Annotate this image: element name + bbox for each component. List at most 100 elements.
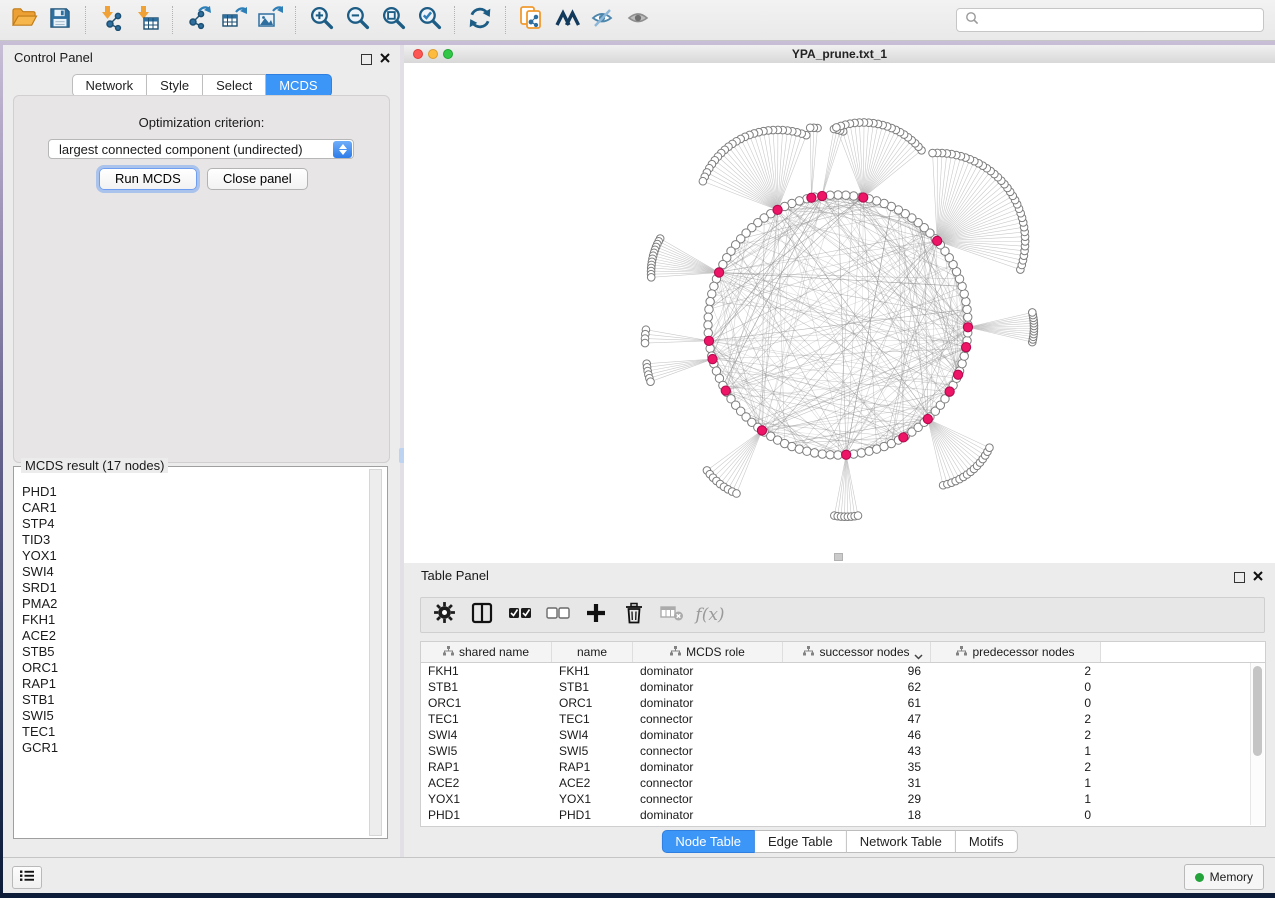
tab-network[interactable]: Network <box>71 74 147 97</box>
mcds-result-item[interactable]: SWI4 <box>15 564 369 580</box>
save-session-button[interactable] <box>42 4 78 36</box>
network-node[interactable] <box>964 313 972 321</box>
mcds-result-scrollbar[interactable] <box>369 469 382 836</box>
network-node[interactable] <box>854 512 862 520</box>
mcds-result-item[interactable]: ACE2 <box>15 628 369 644</box>
table-row[interactable]: RAP1RAP1dominator352 <box>421 759 1265 775</box>
network-node[interactable] <box>733 490 741 498</box>
clone-network-button[interactable] <box>513 4 549 36</box>
tab-select[interactable]: Select <box>203 74 266 97</box>
table-scrollbar[interactable] <box>1250 663 1264 825</box>
delete-columns-button[interactable] <box>615 600 653 630</box>
mcds-hub-node[interactable] <box>899 433 908 442</box>
export-table-button[interactable] <box>216 4 252 36</box>
mcds-hub-node[interactable] <box>933 236 942 245</box>
table-row[interactable]: STB1STB1dominator620 <box>421 679 1265 695</box>
float-panel-icon[interactable] <box>1234 572 1245 583</box>
column-header-mcds-role[interactable]: MCDS role <box>633 642 783 662</box>
table-row[interactable]: ACE2ACE2connector311 <box>421 775 1265 791</box>
network-node[interactable] <box>834 191 842 199</box>
mcds-result-item[interactable]: FKH1 <box>15 612 369 628</box>
network-node[interactable] <box>842 191 850 199</box>
table-row[interactable]: ORC1ORC1dominator610 <box>421 695 1265 711</box>
zoom-in-button[interactable] <box>303 4 339 36</box>
network-node[interactable] <box>699 177 707 185</box>
tab-edge-table[interactable]: Edge Table <box>755 830 847 853</box>
tab-node-table[interactable]: Node Table <box>661 830 755 853</box>
network-node[interactable] <box>641 339 649 347</box>
network-node[interactable] <box>826 451 834 459</box>
run-mcds-button[interactable]: Run MCDS <box>99 168 197 190</box>
mcds-result-item[interactable]: SRD1 <box>15 580 369 596</box>
deselect-all-rows-button[interactable] <box>539 600 577 630</box>
mcds-result-list[interactable]: PHD1CAR1STP4TID3YOX1SWI4SRD1PMA2FKH1ACE2… <box>15 468 369 837</box>
mcds-result-item[interactable]: STP4 <box>15 516 369 532</box>
mcds-hub-node[interactable] <box>962 343 971 352</box>
import-network-button[interactable] <box>93 4 129 36</box>
network-node[interactable] <box>834 451 842 459</box>
mcds-hub-node[interactable] <box>963 323 972 332</box>
network-node[interactable] <box>806 124 814 132</box>
export-image-button[interactable] <box>252 4 288 36</box>
mcds-hub-node[interactable] <box>773 205 782 214</box>
mcds-result-item[interactable]: ORC1 <box>15 660 369 676</box>
mcds-result-item[interactable]: STB1 <box>15 692 369 708</box>
network-graph[interactable] <box>404 63 1275 563</box>
network-node[interactable] <box>647 378 655 386</box>
minimize-window-icon[interactable] <box>428 49 438 59</box>
mcds-hub-node[interactable] <box>704 336 713 345</box>
network-node[interactable] <box>647 273 655 281</box>
network-node[interactable] <box>849 192 857 200</box>
mcds-result-item[interactable]: PMA2 <box>15 596 369 612</box>
hide-selected-button[interactable] <box>585 4 621 36</box>
column-header-predecessor-nodes[interactable]: predecessor nodes <box>931 642 1101 662</box>
mcds-hub-node[interactable] <box>818 191 827 200</box>
mcds-hub-node[interactable] <box>842 450 851 459</box>
refresh-view-button[interactable] <box>462 4 498 36</box>
first-neighbors-button[interactable] <box>549 4 585 36</box>
search-field[interactable] <box>956 8 1264 32</box>
mcds-hub-node[interactable] <box>757 426 766 435</box>
zoom-selected-button[interactable] <box>411 4 447 36</box>
function-builder-button[interactable]: f(x) <box>691 600 729 630</box>
tab-network-table[interactable]: Network Table <box>847 830 956 853</box>
mcds-result-item[interactable]: CAR1 <box>15 500 369 516</box>
network-node[interactable] <box>962 297 970 305</box>
mcds-hub-node[interactable] <box>859 193 868 202</box>
add-column-button[interactable] <box>577 600 615 630</box>
network-graph-nodes[interactable] <box>641 119 1038 521</box>
close-panel-button[interactable]: Close panel <box>207 168 308 190</box>
network-node[interactable] <box>704 313 712 321</box>
table-row[interactable]: PHD1PHD1dominator180 <box>421 807 1265 823</box>
maximize-window-icon[interactable] <box>443 49 453 59</box>
network-node[interactable] <box>705 305 713 313</box>
scrollbar-thumb[interactable] <box>1253 666 1262 756</box>
search-input[interactable] <box>979 12 1255 28</box>
show-all-button[interactable] <box>621 4 657 36</box>
mcds-result-item[interactable]: RAP1 <box>15 676 369 692</box>
mcds-result-item[interactable]: TEC1 <box>15 724 369 740</box>
mcds-result-item[interactable]: PHD1 <box>15 484 369 500</box>
network-canvas[interactable] <box>404 63 1275 563</box>
network-node[interactable] <box>963 305 971 313</box>
tab-style[interactable]: Style <box>147 74 203 97</box>
delete-table-button[interactable] <box>653 600 691 630</box>
column-header-shared-name[interactable]: shared name <box>421 642 552 662</box>
mcds-result-item[interactable]: YOX1 <box>15 548 369 564</box>
mcds-hub-node[interactable] <box>708 354 717 363</box>
close-panel-icon[interactable] <box>1253 568 1263 586</box>
mcds-hub-node[interactable] <box>807 193 816 202</box>
close-window-icon[interactable] <box>413 49 423 59</box>
zoom-out-button[interactable] <box>339 4 375 36</box>
criterion-dropdown[interactable]: largest connected component (undirected) <box>48 139 354 159</box>
network-node[interactable] <box>704 321 712 329</box>
table-settings-button[interactable] <box>425 600 463 630</box>
network-node[interactable] <box>803 447 811 455</box>
network-node[interactable] <box>708 290 716 298</box>
table-row[interactable]: SWI4SWI4dominator462 <box>421 727 1265 743</box>
network-node[interactable] <box>810 449 818 457</box>
network-node[interactable] <box>929 149 937 157</box>
zoom-fit-button[interactable] <box>375 4 411 36</box>
network-node[interactable] <box>833 124 841 132</box>
network-node[interactable] <box>986 444 994 452</box>
